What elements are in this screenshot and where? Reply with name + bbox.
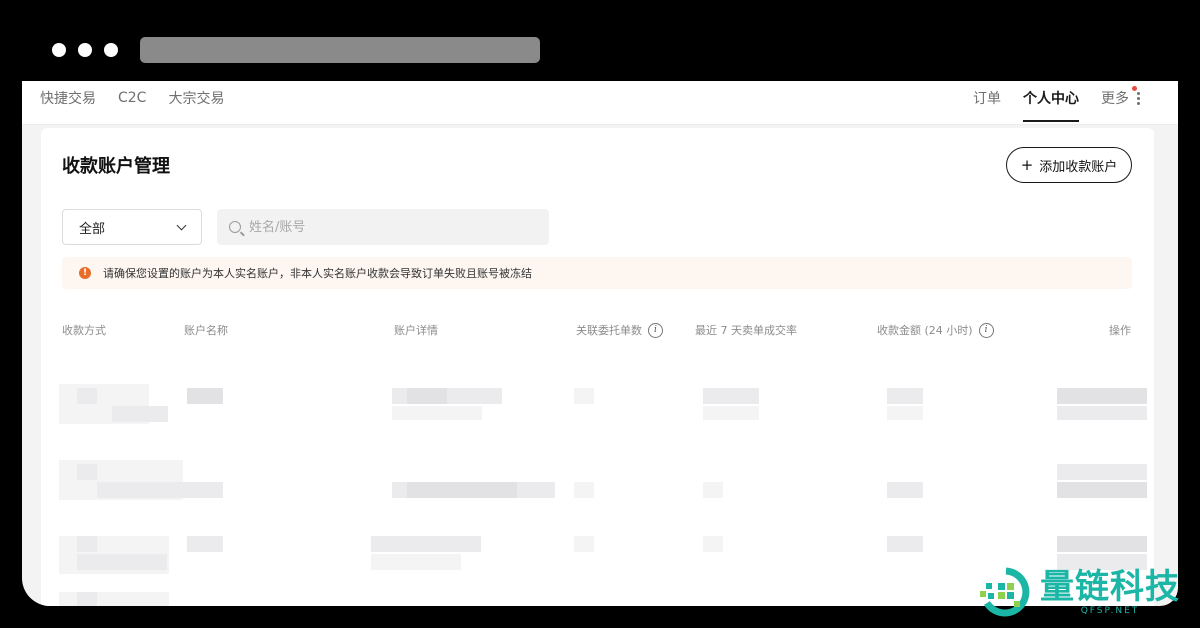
col-linked-orders: 关联委托单数 i bbox=[576, 322, 663, 338]
logo-mark-icon bbox=[980, 567, 1030, 617]
table-row bbox=[371, 536, 481, 552]
warning-icon: ! bbox=[79, 267, 91, 279]
add-account-button[interactable]: + 添加收款账户 bbox=[1006, 147, 1132, 183]
table-row bbox=[1057, 388, 1147, 404]
col-received-amount: 收款金额 (24 小时) i bbox=[877, 322, 994, 338]
plus-icon: + bbox=[1020, 155, 1034, 174]
page-title: 收款账户管理 bbox=[62, 156, 170, 177]
app-viewport: 快捷交易 C2C 大宗交易 订单 个人中心 更多 收款账户管理 + 添加收款账户 bbox=[22, 81, 1178, 606]
table-row bbox=[574, 536, 594, 552]
table-row bbox=[59, 592, 169, 606]
window-controls bbox=[52, 43, 118, 57]
nav-c2c[interactable]: C2C bbox=[118, 90, 146, 106]
table-row bbox=[77, 554, 167, 570]
table-header: 收款方式 账户名称 账户详情 关联委托单数 i 最近 7 天卖单成交率 收款金额 … bbox=[41, 318, 1154, 342]
info-icon[interactable]: i bbox=[978, 322, 994, 338]
table-row bbox=[407, 482, 517, 498]
nav-block-trade[interactable]: 大宗交易 bbox=[168, 88, 224, 108]
table-row bbox=[703, 406, 759, 420]
table-row bbox=[574, 482, 594, 498]
nav-profile[interactable]: 个人中心 bbox=[1023, 88, 1079, 122]
table-row bbox=[97, 482, 187, 498]
nav-quick-trade[interactable]: 快捷交易 bbox=[40, 88, 96, 108]
address-bar[interactable] bbox=[140, 37, 540, 63]
chevron-down-icon bbox=[176, 220, 187, 230]
select-value: 全部 bbox=[79, 221, 106, 237]
nav-orders[interactable]: 订单 bbox=[973, 88, 1001, 108]
table-row bbox=[887, 388, 923, 404]
table-row bbox=[703, 482, 723, 498]
table-row bbox=[1057, 536, 1147, 552]
table-row bbox=[1057, 482, 1147, 498]
col-method: 收款方式 bbox=[62, 324, 106, 337]
top-nav: 快捷交易 C2C 大宗交易 订单 个人中心 更多 bbox=[22, 81, 1178, 125]
table-row bbox=[77, 592, 97, 606]
table-row bbox=[187, 482, 223, 498]
table-row bbox=[703, 388, 759, 404]
table-row bbox=[1057, 406, 1147, 420]
table-row bbox=[1057, 464, 1147, 480]
window-dot-icon[interactable] bbox=[104, 43, 118, 57]
nav-more-label: 更多 bbox=[1101, 91, 1129, 107]
col-account-name: 账户名称 bbox=[184, 324, 228, 337]
col-account-detail: 账户详情 bbox=[394, 324, 438, 337]
window-dot-icon[interactable] bbox=[52, 43, 66, 57]
nav-more[interactable]: 更多 bbox=[1101, 86, 1140, 108]
search-icon bbox=[229, 221, 241, 233]
table-row bbox=[187, 388, 223, 404]
watermark-logo: 量链科技 QFSP.NET bbox=[978, 566, 1180, 618]
table-row bbox=[887, 406, 923, 420]
method-filter-select[interactable]: 全部 bbox=[62, 209, 202, 245]
notice-text: 请确保您设置的账户为本人实名账户，非本人实名账户收款会导致订单失败且账号被冻结 bbox=[103, 267, 532, 280]
table-row bbox=[887, 482, 923, 498]
table-row bbox=[574, 388, 594, 404]
table-row bbox=[77, 388, 97, 404]
table-row bbox=[187, 536, 223, 552]
table-row bbox=[392, 406, 482, 420]
table-row bbox=[371, 554, 461, 570]
search-box bbox=[217, 209, 549, 245]
table-row bbox=[407, 388, 447, 404]
table-row bbox=[77, 464, 97, 480]
col-sell-rate: 最近 7 天卖单成交率 bbox=[695, 324, 797, 337]
logo-name: 量链科技 bbox=[1040, 567, 1180, 607]
kebab-menu-icon bbox=[1137, 91, 1140, 105]
window-dot-icon[interactable] bbox=[78, 43, 92, 57]
table-row bbox=[703, 536, 723, 552]
content-card: 收款账户管理 + 添加收款账户 全部 ! 请确保您设置的账户为本人实名账户，非本… bbox=[41, 128, 1154, 606]
col-actions: 操作 bbox=[1109, 324, 1131, 337]
table-row bbox=[887, 536, 923, 552]
search-input[interactable] bbox=[249, 219, 529, 235]
notification-dot-icon bbox=[1132, 86, 1137, 91]
logo-domain: QFSP.NET bbox=[1080, 606, 1140, 616]
add-account-label: 添加收款账户 bbox=[1039, 159, 1118, 175]
table-row bbox=[112, 406, 168, 422]
table-row bbox=[77, 536, 97, 552]
warning-notice: ! 请确保您设置的账户为本人实名账户，非本人实名账户收款会导致订单失败且账号被冻… bbox=[62, 257, 1132, 289]
browser-frame: 快捷交易 C2C 大宗交易 订单 个人中心 更多 收款账户管理 + 添加收款账户 bbox=[0, 0, 1200, 628]
info-icon[interactable]: i bbox=[648, 322, 663, 338]
